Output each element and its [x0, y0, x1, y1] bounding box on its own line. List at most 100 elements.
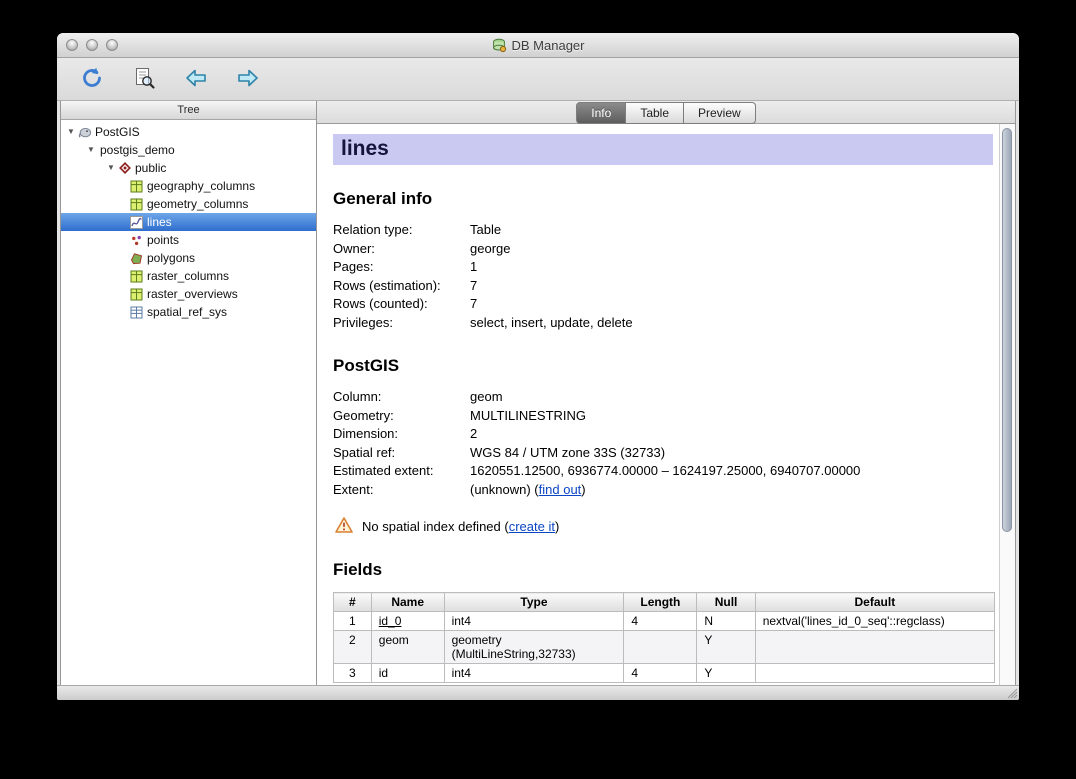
tree-item-spatial-ref-sys[interactable]: spatial_ref_sys	[61, 303, 316, 321]
desktop: DB Manager	[0, 0, 1076, 779]
plain-table-icon	[129, 306, 144, 319]
tree-item-public[interactable]: ▼ public	[61, 159, 316, 177]
tree-item-postgis-demo[interactable]: ▼ postgis_demo	[61, 141, 316, 159]
info-content: lines General info Relation type: Table …	[317, 124, 999, 685]
tree-item-label: public	[135, 161, 166, 175]
field-name-link[interactable]: id_0	[379, 614, 402, 628]
table-icon	[129, 180, 144, 193]
info-value: (unknown) (find out)	[470, 481, 586, 500]
table-icon	[129, 198, 144, 211]
create-index-link[interactable]: create it	[509, 519, 555, 534]
info-label: Owner:	[333, 240, 470, 259]
info-row-extent: Extent: (unknown) (find out)	[333, 481, 995, 500]
tree-item-label: geometry_columns	[147, 197, 248, 211]
lines-layer-icon	[129, 216, 144, 229]
tab-info[interactable]: Info	[576, 102, 626, 124]
scrollbar-thumb[interactable]	[1002, 128, 1012, 532]
tab-bar: Info Table Preview	[576, 102, 755, 124]
refresh-button[interactable]	[77, 64, 107, 94]
info-value: george	[470, 240, 510, 259]
vertical-scrollbar[interactable]	[999, 124, 1015, 685]
tab-strip: Info Table Preview	[317, 101, 1015, 124]
info-label: Rows (estimation):	[333, 277, 470, 296]
info-value: Table	[470, 221, 501, 240]
page-title: lines	[333, 134, 993, 165]
db-manager-window: DB Manager	[57, 33, 1019, 700]
info-row: Estimated extent: 1620551.12500, 6936774…	[333, 462, 995, 481]
toolbar	[57, 58, 1019, 101]
info-row: Owner: george	[333, 240, 995, 259]
status-strip	[57, 685, 1019, 700]
fields-table: # Name Type Length Null Default	[333, 592, 995, 683]
info-row: Rows (counted): 7	[333, 295, 995, 314]
polygons-layer-icon	[129, 252, 144, 265]
tab-table[interactable]: Table	[626, 102, 684, 124]
tree-item-polygons[interactable]: polygons	[61, 249, 316, 267]
import-layer-icon	[184, 66, 208, 93]
export-layer-button[interactable]	[233, 64, 263, 94]
info-label: Geometry:	[333, 407, 470, 426]
info-value: 2	[470, 425, 477, 444]
window-title: DB Manager	[492, 38, 585, 53]
postgis-connection-icon	[77, 125, 92, 139]
info-value: 1	[470, 258, 477, 277]
info-value: MULTILINESTRING	[470, 407, 586, 426]
close-button[interactable]	[66, 39, 78, 51]
tree-item-label: postgis_demo	[100, 143, 175, 157]
tree-panel-header: Tree	[61, 101, 316, 120]
info-row: Column: geom	[333, 388, 995, 407]
find-out-link[interactable]: find out	[539, 482, 582, 497]
info-label: Relation type:	[333, 221, 470, 240]
column-header: Length	[624, 593, 697, 612]
tree-item-label: PostGIS	[95, 125, 140, 139]
chevron-down-icon[interactable]: ▼	[65, 123, 77, 141]
export-layer-icon	[236, 66, 260, 93]
tree-item-geography-columns[interactable]: geography_columns	[61, 177, 316, 195]
tree-panel: Tree ▼ PostGIS	[61, 101, 317, 685]
info-label: Estimated extent:	[333, 462, 470, 481]
info-row: Spatial ref: WGS 84 / UTM zone 33S (3273…	[333, 444, 995, 463]
points-layer-icon	[129, 234, 144, 247]
info-label: Column:	[333, 388, 470, 407]
tree-item-raster-columns[interactable]: raster_columns	[61, 267, 316, 285]
table-icon	[129, 288, 144, 301]
info-row: Privileges: select, insert, update, dele…	[333, 314, 995, 333]
column-header: Default	[755, 593, 994, 612]
general-info-heading: General info	[333, 189, 995, 209]
tab-preview[interactable]: Preview	[684, 102, 756, 124]
table-row: 1 id_0 int4 4 N nextval('lines_id_0_seq'…	[334, 612, 995, 631]
info-row: Pages: 1	[333, 258, 995, 277]
table-icon	[129, 270, 144, 283]
fields-header-row: # Name Type Length Null Default	[334, 593, 995, 612]
fields-heading: Fields	[333, 560, 995, 580]
title-bar[interactable]: DB Manager	[57, 33, 1019, 58]
sql-window-icon	[132, 66, 156, 93]
detail-panel: Info Table Preview lines General info Re…	[317, 101, 1015, 685]
tree-item-label: spatial_ref_sys	[147, 305, 227, 319]
warning-text: No spatial index defined (create it)	[362, 519, 559, 534]
tree-item-label: lines	[147, 215, 172, 229]
sql-window-button[interactable]	[129, 64, 159, 94]
tree-item-lines[interactable]: lines	[61, 213, 316, 231]
tree-item-postgis[interactable]: ▼ PostGIS	[61, 123, 316, 141]
chevron-down-icon[interactable]: ▼	[85, 141, 97, 159]
tree-item-label: raster_overviews	[147, 287, 238, 301]
zoom-button[interactable]	[106, 39, 118, 51]
tree-item-label: points	[147, 233, 179, 247]
info-value: 7	[470, 295, 477, 314]
info-label: Privileges:	[333, 314, 470, 333]
minimize-button[interactable]	[86, 39, 98, 51]
chevron-down-icon[interactable]: ▼	[105, 159, 117, 177]
tree-item-geometry-columns[interactable]: geometry_columns	[61, 195, 316, 213]
tree-item-raster-overviews[interactable]: raster_overviews	[61, 285, 316, 303]
tree-item-label: polygons	[147, 251, 195, 265]
info-label: Extent:	[333, 481, 470, 500]
warning-icon	[335, 517, 353, 536]
column-header: Name	[371, 593, 444, 612]
table-row: 2 geom geometry (MultiLineString,32733) …	[334, 631, 995, 664]
resize-grip[interactable]	[1005, 686, 1018, 699]
info-row: Dimension: 2	[333, 425, 995, 444]
schema-icon	[117, 161, 132, 175]
import-layer-button[interactable]	[181, 64, 211, 94]
tree-item-points[interactable]: points	[61, 231, 316, 249]
